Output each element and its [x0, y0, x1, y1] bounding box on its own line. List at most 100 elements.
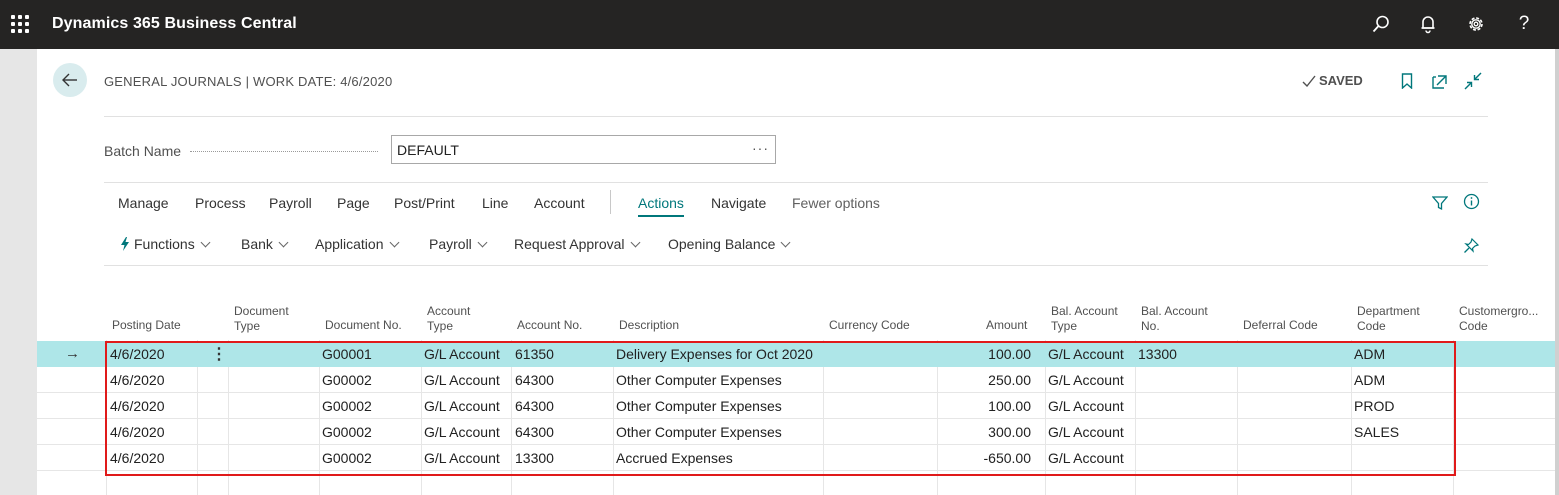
open-new-window-icon[interactable] — [1431, 72, 1449, 90]
cell-bal-account-type[interactable]: G/L Account — [1048, 372, 1124, 388]
col-header-description[interactable]: Description — [619, 318, 679, 333]
col-header-customergroup-code[interactable]: Customergro... Code — [1459, 304, 1538, 334]
cell-posting-date[interactable]: 4/6/2020 — [110, 372, 165, 388]
menu-separator — [610, 190, 611, 214]
label-leader-dots — [190, 151, 378, 152]
cell-document-no[interactable]: G00002 — [322, 450, 372, 466]
col-header-department-code[interactable]: Department Code — [1357, 304, 1420, 334]
divider — [104, 182, 1488, 183]
cell-description[interactable]: Accrued Expenses — [616, 450, 733, 466]
functions-menu[interactable]: Functions — [120, 236, 211, 252]
menu-payroll[interactable]: Payroll — [269, 195, 312, 211]
col-header-account-no[interactable]: Account No. — [517, 318, 582, 333]
cell-description[interactable]: Other Computer Expenses — [616, 398, 782, 414]
cell-account-type[interactable]: G/L Account — [424, 424, 500, 440]
col-header-currency-code[interactable]: Currency Code — [829, 318, 910, 333]
cell-amount[interactable]: 250.00 — [941, 372, 1031, 388]
col-header-document-no[interactable]: Document No. — [325, 318, 402, 333]
search-icon[interactable] — [1369, 12, 1393, 36]
scrollbar[interactable] — [1555, 49, 1559, 495]
table-row[interactable]: 4/6/2020 G00002 G/L Account 64300 Other … — [37, 367, 1555, 393]
cell-posting-date[interactable]: 4/6/2020 — [110, 424, 165, 440]
cell-bal-account-type[interactable]: G/L Account — [1048, 424, 1124, 440]
cell-amount[interactable]: 100.00 — [941, 398, 1031, 414]
table-row-empty[interactable] — [37, 471, 1555, 495]
cell-posting-date[interactable]: 4/6/2020 — [110, 398, 165, 414]
application-menu[interactable]: Application — [315, 236, 399, 252]
cell-department-code[interactable]: ADM — [1354, 346, 1385, 362]
lightning-icon — [121, 237, 129, 251]
table-row[interactable]: 4/6/2020 G00002 G/L Account 13300 Accrue… — [37, 445, 1555, 471]
cell-amount[interactable]: -650.00 — [941, 450, 1031, 466]
cell-account-type[interactable]: G/L Account — [424, 346, 500, 362]
col-header-document-type[interactable]: Document Type — [234, 304, 289, 334]
help-icon[interactable]: ? — [1512, 12, 1536, 36]
cell-account-no[interactable]: 64300 — [515, 424, 554, 440]
cell-bal-account-type[interactable]: G/L Account — [1048, 398, 1124, 414]
menu-manage[interactable]: Manage — [118, 195, 169, 211]
cell-description[interactable]: Delivery Expenses for Oct 2020 — [616, 346, 813, 362]
col-header-account-type[interactable]: Account Type — [427, 304, 470, 334]
saved-status: SAVED — [1302, 73, 1363, 88]
cell-bal-account-type[interactable]: G/L Account — [1048, 450, 1124, 466]
batch-lookup-button[interactable]: ··· — [752, 140, 769, 156]
col-header-posting-date[interactable]: Posting Date — [112, 318, 181, 333]
menu-fewer-options[interactable]: Fewer options — [792, 195, 880, 211]
current-row-arrow-icon: → — [65, 345, 80, 362]
app-title[interactable]: Dynamics 365 Business Central — [52, 15, 297, 33]
menu-post-print[interactable]: Post/Print — [394, 195, 455, 211]
collapse-icon[interactable] — [1464, 72, 1482, 90]
cell-document-no[interactable]: G00001 — [322, 346, 372, 362]
cell-description[interactable]: Other Computer Expenses — [616, 372, 782, 388]
cell-account-no[interactable]: 64300 — [515, 372, 554, 388]
waffle-icon[interactable] — [11, 15, 29, 33]
cell-account-no[interactable]: 61350 — [515, 346, 554, 362]
top-bar: Dynamics 365 Business Central ? — [0, 0, 1559, 49]
col-header-bal-account-no[interactable]: Bal. Account No. — [1141, 304, 1208, 334]
cell-description[interactable]: Other Computer Expenses — [616, 424, 782, 440]
menu-navigate[interactable]: Navigate — [711, 195, 766, 211]
cell-document-no[interactable]: G00002 — [322, 398, 372, 414]
menu-actions[interactable]: Actions — [638, 195, 684, 217]
table-row[interactable]: → 4/6/2020 ⋮ G00001 G/L Account 61350 De… — [37, 341, 1555, 367]
cell-account-type[interactable]: G/L Account — [424, 372, 500, 388]
back-button[interactable] — [53, 63, 87, 97]
bank-menu[interactable]: Bank — [241, 236, 289, 252]
cell-bal-account-no[interactable]: 13300 — [1138, 346, 1177, 362]
cell-account-no[interactable]: 64300 — [515, 398, 554, 414]
cell-department-code[interactable]: SALES — [1354, 424, 1399, 440]
cell-posting-date[interactable]: 4/6/2020 — [110, 450, 165, 466]
request-approval-menu[interactable]: Request Approval — [514, 236, 640, 252]
menu-process[interactable]: Process — [195, 195, 246, 211]
filter-icon[interactable] — [1431, 194, 1449, 212]
cell-document-no[interactable]: G00002 — [322, 424, 372, 440]
cell-account-type[interactable]: G/L Account — [424, 450, 500, 466]
bookmark-icon[interactable] — [1398, 72, 1416, 90]
menu-account[interactable]: Account — [534, 195, 585, 211]
menu-line[interactable]: Line — [482, 195, 508, 211]
pin-icon[interactable] — [1462, 236, 1480, 254]
cell-department-code[interactable]: PROD — [1354, 398, 1394, 414]
batch-name-field[interactable]: DEFAULT — [391, 135, 776, 164]
menu-page[interactable]: Page — [337, 195, 370, 211]
cell-amount[interactable]: 100.00 — [941, 346, 1031, 362]
table-row[interactable]: 4/6/2020 G00002 G/L Account 64300 Other … — [37, 419, 1555, 445]
cell-amount[interactable]: 300.00 — [941, 424, 1031, 440]
opening-balance-menu[interactable]: Opening Balance — [668, 236, 791, 252]
col-header-deferral-code[interactable]: Deferral Code — [1243, 318, 1318, 333]
cell-posting-date[interactable]: 4/6/2020 — [110, 346, 165, 362]
table-row[interactable]: 4/6/2020 G00002 G/L Account 64300 Other … — [37, 393, 1555, 419]
cell-document-no[interactable]: G00002 — [322, 372, 372, 388]
info-icon[interactable] — [1462, 192, 1480, 210]
payroll-menu[interactable]: Payroll — [429, 236, 488, 252]
cell-account-no[interactable]: 13300 — [515, 450, 554, 466]
bell-icon[interactable] — [1416, 12, 1440, 36]
row-actions-icon[interactable]: ⋮ — [211, 344, 227, 364]
gear-icon[interactable] — [1464, 12, 1488, 36]
col-header-amount[interactable]: Amount — [986, 318, 1027, 333]
cell-department-code[interactable]: ADM — [1354, 372, 1385, 388]
cell-bal-account-type[interactable]: G/L Account — [1048, 346, 1124, 362]
col-header-bal-account-type[interactable]: Bal. Account Type — [1051, 304, 1118, 334]
cell-account-type[interactable]: G/L Account — [424, 398, 500, 414]
arrow-left-icon — [62, 73, 77, 87]
